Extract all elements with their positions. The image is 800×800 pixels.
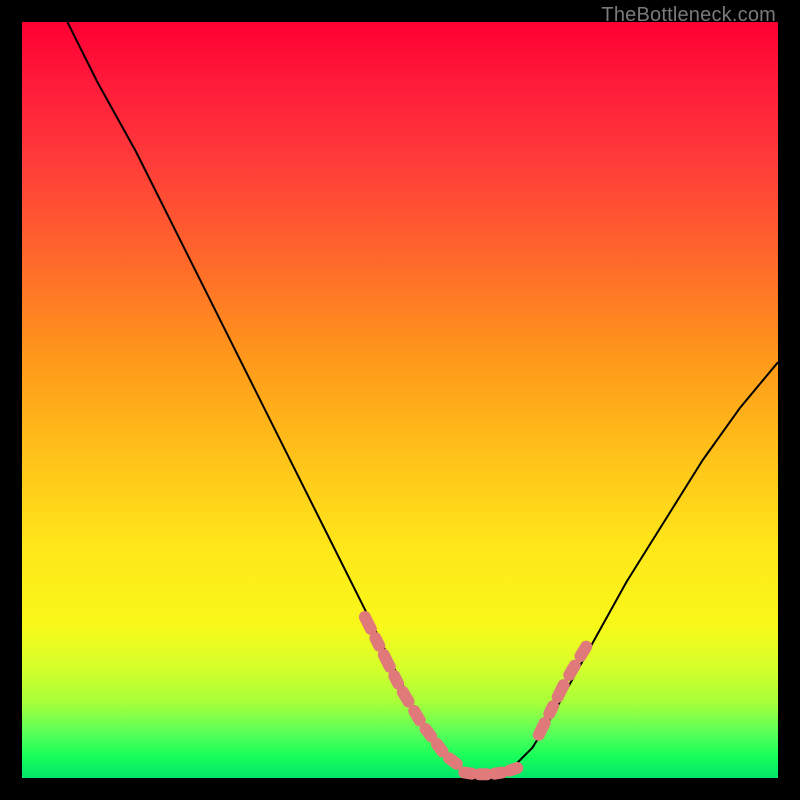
highlight-dash	[426, 729, 432, 737]
highlight-dash	[365, 617, 371, 629]
highlight-dash	[539, 723, 545, 735]
chart-plot-area	[22, 22, 778, 778]
highlight-dash	[394, 676, 398, 684]
chart-stage: TheBottleneck.com	[0, 0, 800, 800]
highlight-dash	[549, 706, 553, 714]
highlight-dash	[384, 655, 390, 667]
highlight-dash	[495, 773, 503, 774]
curve-layer	[67, 22, 778, 774]
highlight-layer	[365, 617, 586, 774]
chart-svg	[22, 22, 778, 778]
highlight-dash	[403, 692, 409, 702]
highlight-dash	[375, 638, 379, 646]
highlight-dash	[414, 711, 420, 721]
attribution-watermark: TheBottleneck.com	[601, 4, 776, 27]
highlight-dash	[464, 773, 472, 774]
highlight-dash	[558, 685, 564, 697]
highlight-dash	[449, 758, 457, 764]
bottleneck-curve-path	[67, 22, 778, 774]
highlight-dash	[569, 666, 575, 676]
highlight-dash	[510, 768, 518, 771]
highlight-dash	[581, 647, 587, 657]
highlight-dash	[437, 744, 443, 752]
